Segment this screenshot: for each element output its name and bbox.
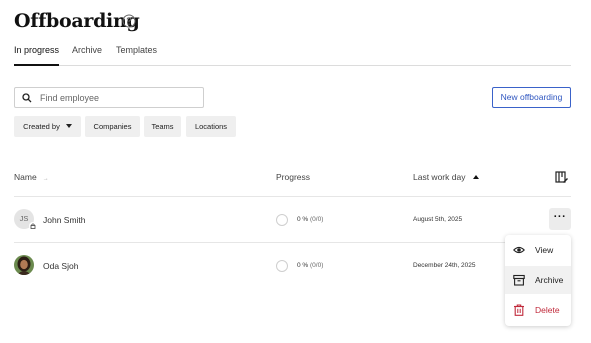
filter-locations[interactable]: Locations (186, 116, 236, 137)
tab-templates[interactable]: Templates (116, 45, 157, 66)
menu-item-view-label: View (535, 245, 554, 255)
lock-icon (29, 222, 37, 230)
caret-down-icon (65, 124, 72, 128)
trash-icon (514, 304, 524, 316)
employee-name[interactable]: John Smith (43, 215, 86, 225)
progress-percent: 0 % (297, 216, 309, 223)
last-work-day: August 5th, 2025 (413, 216, 463, 223)
page-title: Offboarding (14, 10, 140, 32)
archive-box-icon (513, 274, 525, 286)
column-header-last-work-day[interactable]: Last work day (413, 172, 480, 182)
table-row[interactable]: JS John Smith 0 % (0/0) August 5th, 2025… (14, 197, 571, 242)
question-circle-icon[interactable] (122, 14, 136, 28)
sort-ascending-icon (473, 175, 480, 179)
menu-item-delete-label: Delete (535, 305, 560, 315)
filter-created-by[interactable]: Created by (14, 116, 81, 137)
last-work-day: December 24th, 2025 (413, 262, 476, 269)
new-offboarding-button[interactable]: New offboarding (492, 87, 571, 108)
search-field[interactable] (14, 87, 204, 108)
tab-archive[interactable]: Archive (72, 45, 102, 66)
progress-ring-icon (276, 260, 288, 272)
progress-detail: (0/0) (310, 216, 324, 223)
column-header-progress[interactable]: Progress (276, 172, 310, 182)
employee-name[interactable]: Oda Sjoh (43, 261, 78, 271)
menu-item-archive-label: Archive (535, 275, 564, 285)
tab-bar: In progress Archive Templates (14, 45, 571, 66)
progress-detail: (0/0) (310, 262, 324, 269)
search-input[interactable] (40, 90, 200, 105)
menu-item-archive[interactable]: Archive (505, 266, 571, 294)
more-actions-button[interactable]: ··· (549, 208, 571, 230)
eye-icon (513, 246, 525, 254)
column-settings-icon[interactable] (555, 171, 568, 184)
progress-ring-icon (276, 214, 288, 226)
column-header-name-label: Name (14, 172, 37, 182)
avatar (14, 255, 34, 275)
tab-in-progress[interactable]: In progress (14, 45, 60, 66)
menu-item-delete[interactable]: Delete (505, 296, 571, 324)
filter-created-by-label: Created by (23, 122, 60, 131)
progress-percent: 0 % (297, 262, 309, 269)
filter-companies[interactable]: Companies (85, 116, 140, 137)
table-row[interactable]: Oda Sjoh 0 % (0/0) December 24th, 2025 (14, 243, 571, 288)
sort-inactive-icon: → (42, 176, 49, 182)
filter-teams[interactable]: Teams (144, 116, 181, 137)
progress-value: 0 % (0/0) (297, 262, 323, 269)
row-actions-menu: View Archive Delete (505, 235, 571, 326)
column-header-name[interactable]: Name → (14, 172, 49, 182)
menu-item-view[interactable]: View (505, 236, 571, 264)
progress-value: 0 % (0/0) (297, 216, 323, 223)
column-header-last-work-day-label: Last work day (413, 172, 466, 182)
search-icon (22, 93, 32, 103)
